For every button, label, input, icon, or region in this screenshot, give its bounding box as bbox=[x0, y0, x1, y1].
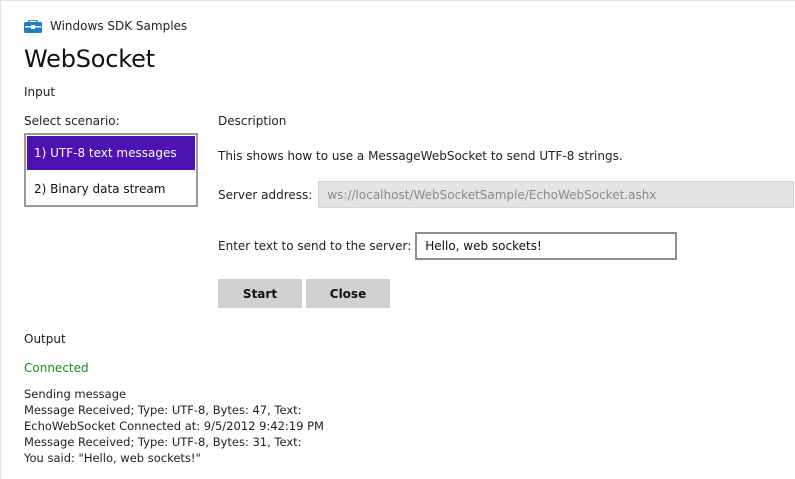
close-button[interactable]: Close bbox=[306, 279, 390, 308]
log-line: Message Received; Type: UTF-8, Bytes: 31… bbox=[24, 435, 302, 449]
action-buttons: Start Close bbox=[218, 279, 390, 308]
scenario-item-utf8[interactable]: 1) UTF-8 text messages bbox=[27, 136, 195, 170]
log-line: Message Received; Type: UTF-8, Bytes: 47… bbox=[24, 403, 302, 417]
server-address-field: ws://localhost/WebSocketSample/EchoWebSo… bbox=[318, 181, 795, 208]
scenario-list[interactable]: 1) UTF-8 text messages 2) Binary data st… bbox=[24, 133, 198, 207]
description-text: This shows how to use a MessageWebSocket… bbox=[218, 149, 623, 163]
page-title: WebSocket bbox=[24, 45, 155, 73]
server-address-label: Server address: bbox=[218, 187, 313, 202]
app-window: Windows SDK Samples WebSocket Input Sele… bbox=[0, 0, 795, 479]
select-scenario-label: Select scenario: bbox=[24, 114, 120, 128]
log-line: EchoWebSocket Connected at: 9/5/2012 9:4… bbox=[24, 419, 324, 433]
output-heading: Output bbox=[24, 332, 66, 346]
input-heading: Input bbox=[24, 85, 56, 99]
app-header: Windows SDK Samples bbox=[24, 19, 187, 33]
log-line: You said: "Hello, web sockets!" bbox=[24, 451, 201, 465]
send-text-label: Enter text to send to the server: bbox=[218, 239, 412, 253]
sdk-samples-icon bbox=[24, 19, 42, 33]
description-heading: Description bbox=[218, 114, 287, 128]
app-name: Windows SDK Samples bbox=[50, 19, 188, 33]
output-log: Sending message Message Received; Type: … bbox=[24, 386, 324, 466]
start-button[interactable]: Start bbox=[218, 279, 302, 308]
scenario-item-binary[interactable]: 2) Binary data stream bbox=[26, 171, 196, 206]
server-address-row: Server address: ws://localhost/WebSocket… bbox=[218, 181, 795, 208]
log-line: Sending message bbox=[24, 387, 127, 401]
send-text-input[interactable]: Hello, web sockets! bbox=[415, 232, 678, 260]
connection-status: Connected bbox=[24, 361, 89, 375]
send-text-row: Enter text to send to the server: Hello,… bbox=[218, 232, 678, 260]
